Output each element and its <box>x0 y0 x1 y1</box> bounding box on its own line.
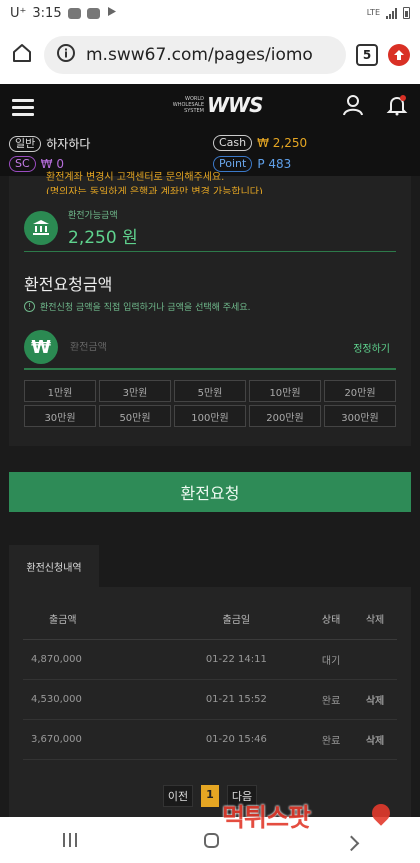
request-title: 환전요청금액 <box>24 275 113 294</box>
row-status: 대기 <box>309 639 354 680</box>
row-date: 01-20 15:46 <box>163 719 310 760</box>
notice-line-1: 환전계좌 변경시 고객센터로 문의해주세요. <box>46 172 225 183</box>
grade-badge: 일반 <box>9 135 42 152</box>
amount-button-30[interactable]: 30만원 <box>24 405 96 427</box>
cash-badge: Cash <box>213 135 253 151</box>
recent-apps-icon[interactable] <box>63 833 78 847</box>
browser-toolbar: m.sww67.com/pages/iomo 5 <box>0 26 420 84</box>
amount-button-3[interactable]: 3만원 <box>99 380 171 402</box>
available-amount-row: 환전가능금액 2,250 원 <box>24 204 396 252</box>
amount-button-200[interactable]: 200만원 <box>249 405 321 427</box>
tab-switcher-button[interactable]: 5 <box>356 44 378 66</box>
home-icon[interactable] <box>10 41 34 69</box>
bank-icon <box>24 210 58 245</box>
row-date: 01-21 15:52 <box>163 679 310 720</box>
table-row: 4,530,000 01-21 15:52 완료 삭제 <box>23 679 397 720</box>
table-row: 3,670,000 01-20 15:46 완료 삭제 <box>23 719 397 760</box>
row-delete-button[interactable]: 삭제 <box>353 719 397 760</box>
row-date: 01-22 14:11 <box>163 639 310 680</box>
table-header-row: 출금액 출금일 상태 삭제 <box>23 599 397 640</box>
battery-icon <box>403 7 410 19</box>
amount-button-10[interactable]: 10만원 <box>249 380 321 402</box>
page-number-current[interactable]: 1 <box>201 785 219 807</box>
withdraw-request-button[interactable]: 환전요청 <box>9 472 411 512</box>
play-notification-icon <box>106 6 117 21</box>
correct-button[interactable]: 정정하기 <box>353 340 396 355</box>
menu-icon[interactable] <box>12 98 34 116</box>
info-exclamation-icon: ! <box>24 301 35 312</box>
signal-icon <box>386 7 397 19</box>
amount-input-row: ₩ 정정하기 <box>24 326 396 370</box>
notice-line-2: (명의자는 동일하게 은행과 계좌만 변경 가능합니다) <box>46 187 263 194</box>
talk-notification-icon <box>67 7 81 19</box>
status-bar: U⁺ 3:15 LTE <box>0 0 420 26</box>
amount-button-50[interactable]: 50만원 <box>99 405 171 427</box>
info-icon[interactable] <box>56 43 76 67</box>
image-notification-icon <box>86 7 100 19</box>
column-header-status: 상태 <box>309 599 354 640</box>
notice-text: 환전계좌 변경시 고객센터로 문의해주세요. (명의자는 동일하게 은행과 계좌… <box>9 170 411 194</box>
row-amount: 4,870,000 <box>23 639 164 680</box>
available-label: 환전가능금액 <box>68 210 118 221</box>
clock: 3:15 <box>32 5 62 21</box>
withdraw-history-panel: 출금액 출금일 상태 삭제 4,870,000 01-22 14:11 대기 4… <box>9 587 411 817</box>
tab-withdraw-history[interactable]: 환전신청내역 <box>9 545 99 587</box>
column-header-delete: 삭제 <box>353 599 397 640</box>
point-value: P 483 <box>257 157 292 171</box>
row-delete-button <box>353 639 397 680</box>
history-table: 출금액 출금일 상태 삭제 4,870,000 01-22 14:11 대기 4… <box>23 599 397 760</box>
prev-page-button[interactable]: 이전 <box>162 785 194 807</box>
table-row: 4,870,000 01-22 14:11 대기 <box>23 639 397 680</box>
withdraw-panel: 환전계좌 변경시 고객센터로 문의해주세요. (명의자는 동일하게 은행과 계좌… <box>9 172 411 446</box>
amount-buttons: 1만원 3만원 5만원 10만원 20만원 30만원 50만원 100만원 20… <box>24 380 396 427</box>
pagination: 이전 1 다음 <box>9 785 411 807</box>
amount-button-100[interactable]: 100만원 <box>174 405 246 427</box>
nickname: 하자하다 <box>46 137 91 151</box>
row-delete-button[interactable]: 삭제 <box>353 679 397 720</box>
column-header-amount: 출금액 <box>23 599 164 640</box>
amount-button-5[interactable]: 5만원 <box>174 380 246 402</box>
update-icon[interactable] <box>388 44 410 66</box>
notification-bell-icon[interactable] <box>386 94 408 120</box>
amount-button-20[interactable]: 20만원 <box>324 380 396 402</box>
amount-button-1[interactable]: 1만원 <box>24 380 96 402</box>
home-button-icon[interactable] <box>203 832 219 848</box>
request-hint-text: 환전신청 금액을 직접 입력하거나 금액을 선택해 주세요. <box>40 303 251 313</box>
back-icon[interactable] <box>343 835 359 851</box>
column-header-date: 출금일 <box>163 599 310 640</box>
url-text: m.sww67.com/pages/iomo <box>86 45 313 65</box>
amount-input[interactable] <box>70 341 342 353</box>
available-amount: 2,250 원 <box>68 227 138 248</box>
row-amount: 3,670,000 <box>23 719 164 760</box>
logo-tagline: WORLD WHOLESALE SYSTEM <box>172 96 204 114</box>
network-type: LTE <box>366 8 380 17</box>
row-amount: 4,530,000 <box>23 679 164 720</box>
cash-value: ₩ 2,250 <box>257 136 308 150</box>
sc-value: ₩ 0 <box>40 157 64 171</box>
request-hint: ! 환전신청 금액을 직접 입력하거나 금액을 선택해 주세요. <box>24 300 250 313</box>
amount-button-300[interactable]: 300만원 <box>324 405 396 427</box>
site-logo[interactable]: WORLD WHOLESALE SYSTEM WWS <box>170 93 264 117</box>
site-header: WORLD WHOLESALE SYSTEM WWS <box>0 84 420 130</box>
user-icon[interactable] <box>342 94 364 120</box>
system-nav-bar <box>0 817 420 863</box>
row-status: 완료 <box>309 679 354 720</box>
row-status: 완료 <box>309 719 354 760</box>
won-icon: ₩ <box>24 330 58 364</box>
watermark-logo: 먹튀스팟 <box>222 803 311 832</box>
carrier-label: U⁺ <box>10 5 27 21</box>
address-bar[interactable]: m.sww67.com/pages/iomo <box>44 36 346 74</box>
logo-text: WWS <box>207 93 264 117</box>
